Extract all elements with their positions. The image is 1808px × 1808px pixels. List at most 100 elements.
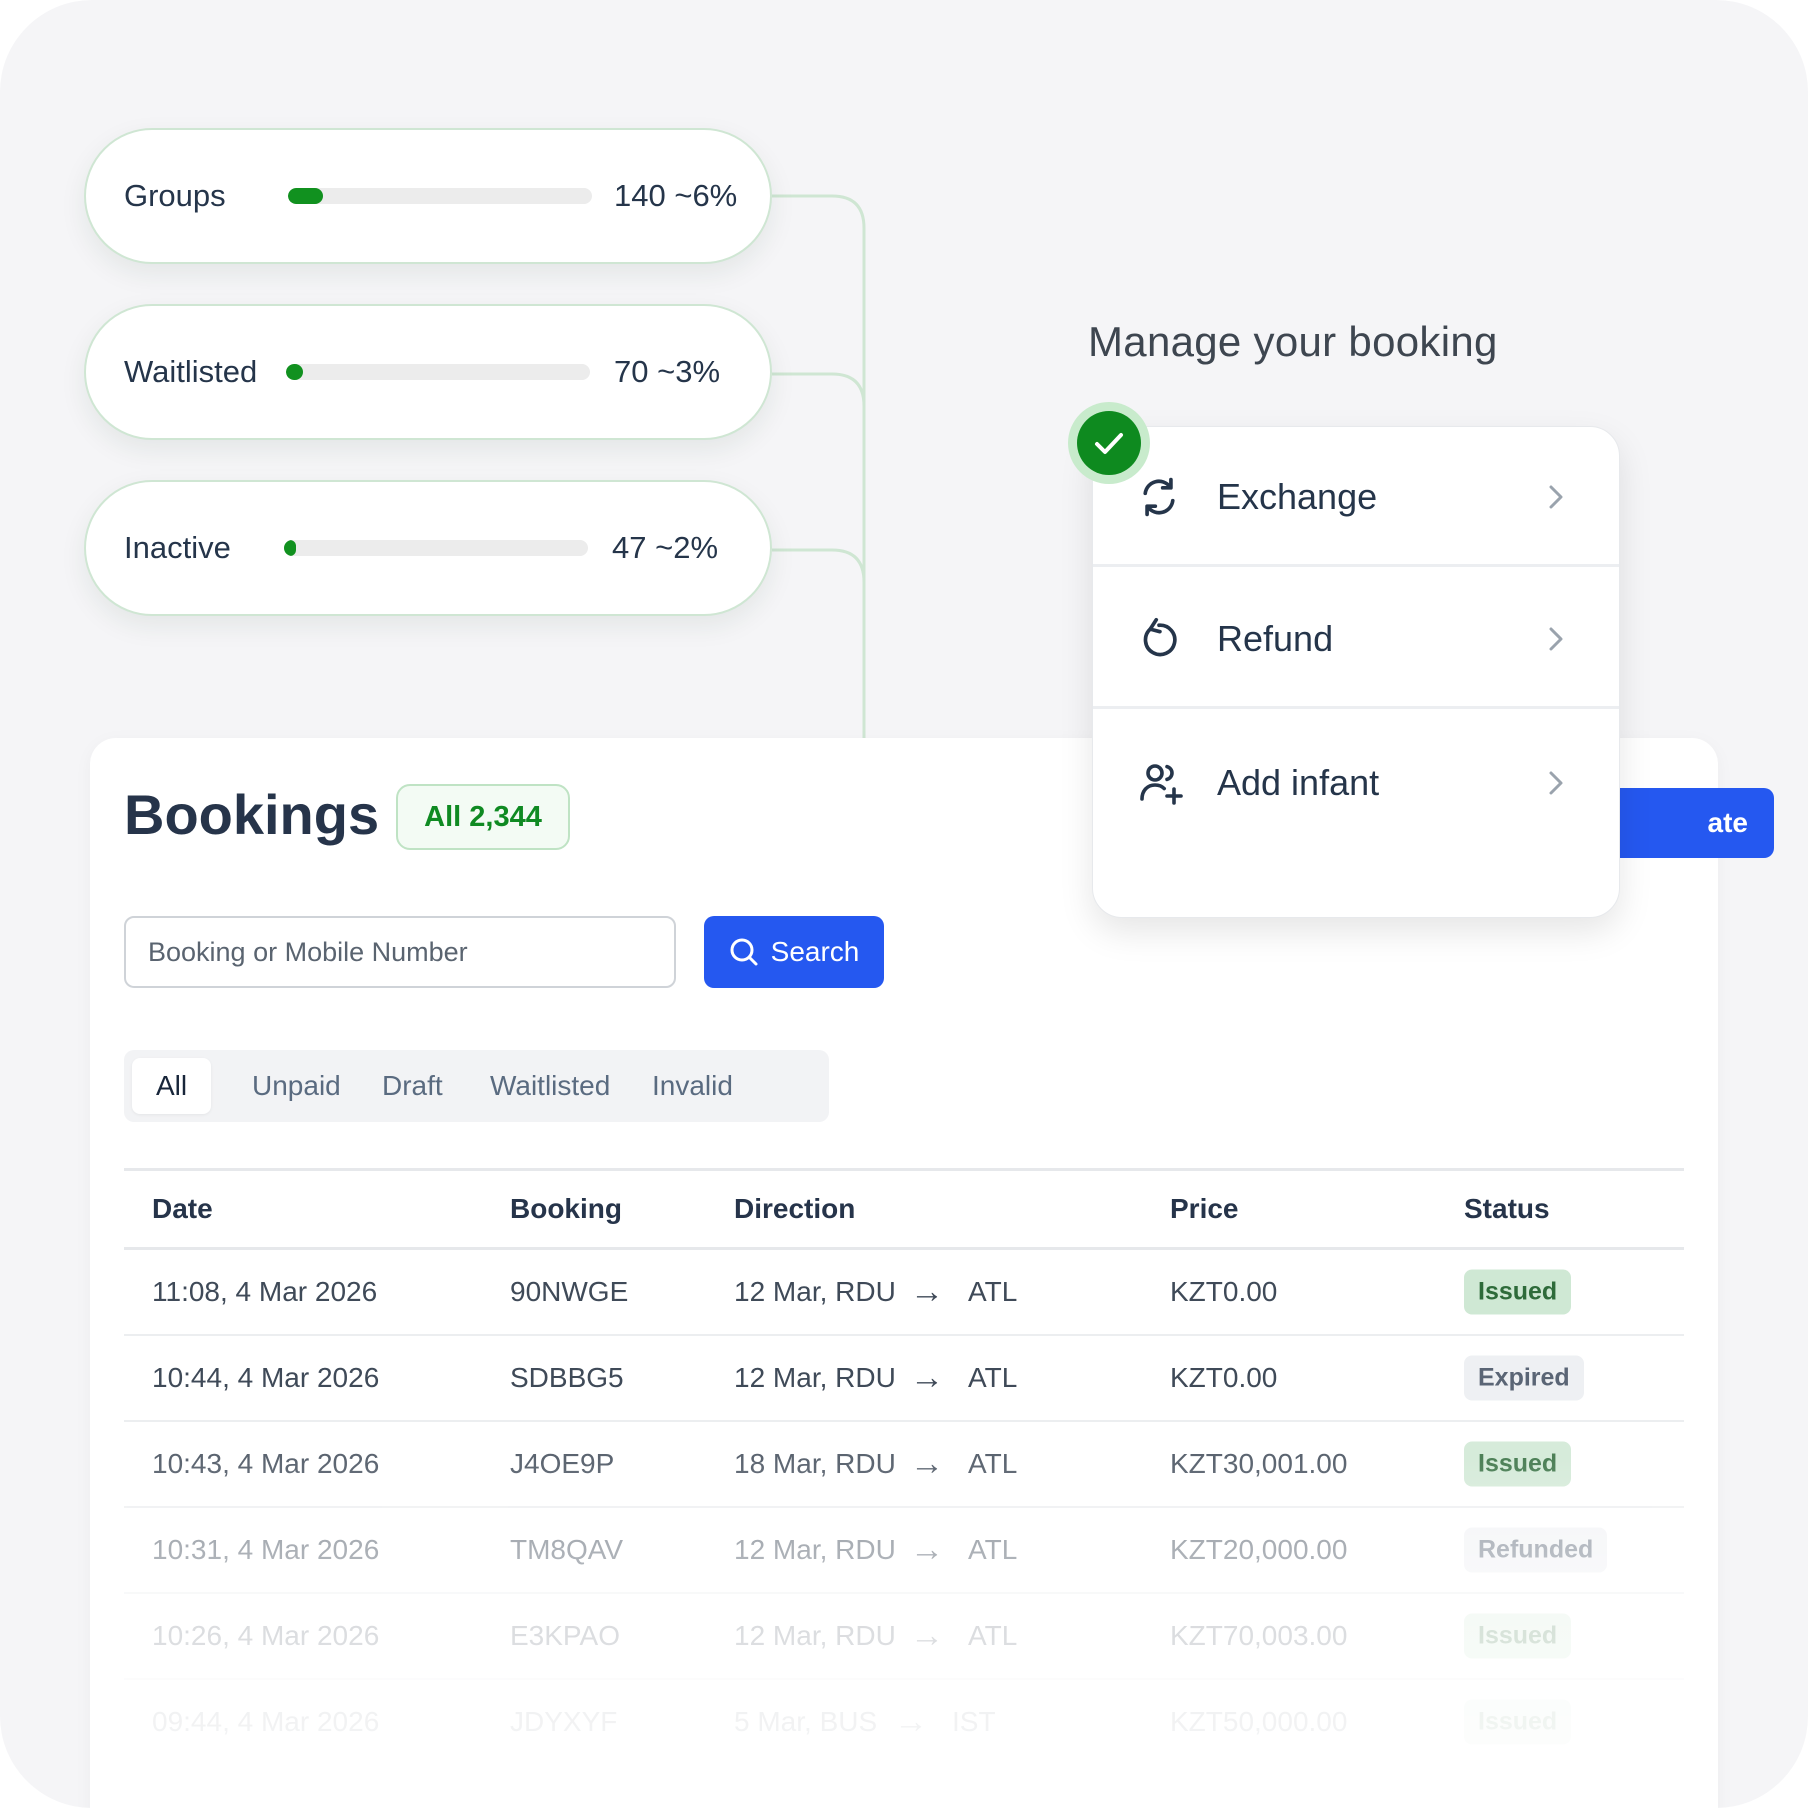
stat-progress-fill (284, 540, 296, 556)
stat-value: 70 ~3% (614, 354, 721, 389)
manage-booking-menu: Exchange Refund Add infant (1092, 426, 1620, 918)
tab-draft[interactable]: Draft (382, 1070, 443, 1102)
chevron-right-icon (1549, 485, 1563, 509)
row-date: 11:08, 4 Mar 2026 (152, 1276, 378, 1307)
stat-progress-track (286, 364, 590, 380)
row-direction-to: ATL (968, 1534, 1018, 1565)
all-count-badge[interactable]: All 2,344 (396, 784, 570, 850)
row-direction-to: IST (952, 1706, 996, 1737)
stat-pill-groups: Groups 140 ~6% (84, 128, 772, 264)
menu-item-label: Exchange (1217, 476, 1378, 517)
refund-icon (1143, 617, 1177, 657)
column-header-price: Price (1170, 1193, 1239, 1224)
stat-value: 47 ~2% (612, 530, 719, 565)
tab-unpaid[interactable]: Unpaid (252, 1070, 341, 1102)
arrow-right-icon: → (910, 1530, 944, 1569)
status-badge: Issued (1464, 1699, 1572, 1745)
row-price: KZT20,000.00 (1170, 1534, 1348, 1565)
stat-label: Waitlisted (124, 354, 258, 389)
status-badge: Expired (1464, 1355, 1584, 1401)
table-row[interactable]: 09:44, 4 Mar 2026 JDYXYF 5 Mar, BUS → IS… (124, 1680, 1684, 1764)
menu-divider (1093, 706, 1619, 709)
column-header-booking: Booking (510, 1193, 622, 1224)
search-icon (730, 938, 758, 966)
row-booking: JDYXYF (510, 1706, 618, 1737)
menu-item-label: Refund (1217, 618, 1334, 659)
row-booking: SDBBG5 (510, 1362, 624, 1393)
tab-all[interactable]: All (132, 1058, 212, 1114)
bookings-table: Date Booking Direction Price Status 11:0… (124, 1168, 1684, 1764)
stat-progress-fill (288, 188, 323, 204)
filter-tabs: All Unpaid Draft Waitlisted Invalid (124, 1050, 829, 1122)
row-booking: TM8QAV (510, 1534, 624, 1565)
status-badge: Issued (1464, 1441, 1572, 1487)
tab-invalid[interactable]: Invalid (652, 1070, 733, 1102)
arrow-right-icon: → (894, 1702, 928, 1741)
table-row[interactable]: 10:31, 4 Mar 2026 TM8QAV 12 Mar, RDU → A… (124, 1508, 1684, 1594)
page-title: Bookings (124, 783, 380, 846)
column-header-date: Date (152, 1193, 213, 1224)
checkmark-icon (1095, 433, 1123, 454)
stat-progress-fill (286, 364, 303, 380)
add-user-icon (1140, 764, 1183, 805)
row-direction-from: 12 Mar, RDU (734, 1362, 896, 1393)
row-price: KZT0.00 (1170, 1362, 1278, 1393)
arrow-right-icon: → (910, 1272, 944, 1311)
row-booking: 90NWGE (510, 1276, 629, 1307)
row-price: KZT0.00 (1170, 1276, 1278, 1307)
search-button-label: Search (770, 936, 860, 967)
row-direction-to: ATL (968, 1276, 1018, 1307)
stat-value: 140 ~6% (614, 178, 738, 213)
row-direction-from: 12 Mar, RDU (734, 1534, 896, 1565)
menu-item-exchange[interactable]: Exchange (1093, 427, 1619, 567)
row-date: 10:43, 4 Mar 2026 (152, 1448, 380, 1479)
row-direction-from: 18 Mar, RDU (734, 1448, 896, 1479)
arrow-right-icon: → (910, 1358, 944, 1397)
stat-label: Inactive (124, 530, 231, 565)
check-badge (1068, 402, 1150, 484)
row-price: KZT70,003.00 (1170, 1620, 1348, 1651)
row-date: 10:44, 4 Mar 2026 (152, 1362, 380, 1393)
stat-progress-track (284, 540, 588, 556)
stat-pill-inactive: Inactive 47 ~2% (84, 480, 772, 616)
row-booking: E3KPAO (510, 1620, 620, 1651)
app-canvas: Groups 140 ~6% Waitlisted 70 ~3% Inactiv… (0, 0, 1808, 1808)
check-circle (1077, 411, 1141, 475)
chevron-right-icon (1549, 771, 1563, 795)
row-date: 09:44, 4 Mar 2026 (152, 1706, 380, 1737)
status-badge: Issued (1464, 1269, 1572, 1315)
row-price: KZT30,001.00 (1170, 1448, 1348, 1479)
row-direction-from: 5 Mar, BUS (734, 1706, 878, 1737)
row-date: 10:31, 4 Mar 2026 (152, 1534, 380, 1565)
row-direction-from: 12 Mar, RDU (734, 1620, 896, 1651)
menu-item-refund[interactable]: Refund (1093, 569, 1619, 709)
stat-pill-waitlisted: Waitlisted 70 ~3% (84, 304, 772, 440)
column-header-direction: Direction (734, 1193, 856, 1224)
status-badge: Issued (1464, 1613, 1572, 1659)
row-direction-to: ATL (968, 1448, 1018, 1479)
menu-divider (1093, 564, 1619, 567)
row-direction-to: ATL (968, 1620, 1018, 1651)
row-direction-to: ATL (968, 1362, 1018, 1393)
tab-waitlisted[interactable]: Waitlisted (490, 1070, 610, 1102)
table-row[interactable]: 10:43, 4 Mar 2026 J4OE9P 18 Mar, RDU → A… (124, 1422, 1684, 1508)
chevron-right-icon (1549, 627, 1563, 651)
table-row[interactable]: 10:26, 4 Mar 2026 E3KPAO 12 Mar, RDU → A… (124, 1594, 1684, 1680)
row-direction-from: 12 Mar, RDU (734, 1276, 896, 1307)
column-header-status: Status (1464, 1193, 1550, 1224)
exchange-icon (1143, 477, 1175, 517)
stat-label: Groups (124, 178, 226, 213)
search-input[interactable] (124, 916, 676, 988)
table-row[interactable]: 10:44, 4 Mar 2026 SDBBG5 12 Mar, RDU → A… (124, 1336, 1684, 1422)
row-date: 10:26, 4 Mar 2026 (152, 1620, 380, 1651)
row-booking: J4OE9P (510, 1448, 615, 1479)
search-button[interactable]: Search (704, 916, 884, 988)
arrow-right-icon: → (910, 1444, 944, 1483)
menu-item-add-infant[interactable]: Add infant (1093, 713, 1619, 853)
table-header: Date Booking Direction Price Status (124, 1168, 1684, 1250)
arrow-right-icon: → (910, 1616, 944, 1655)
row-price: KZT50,000.00 (1170, 1706, 1348, 1737)
table-row[interactable]: 11:08, 4 Mar 2026 90NWGE 12 Mar, RDU → A… (124, 1250, 1684, 1336)
manage-booking-title: Manage your booking (1088, 318, 1498, 365)
status-badge: Refunded (1464, 1527, 1608, 1573)
